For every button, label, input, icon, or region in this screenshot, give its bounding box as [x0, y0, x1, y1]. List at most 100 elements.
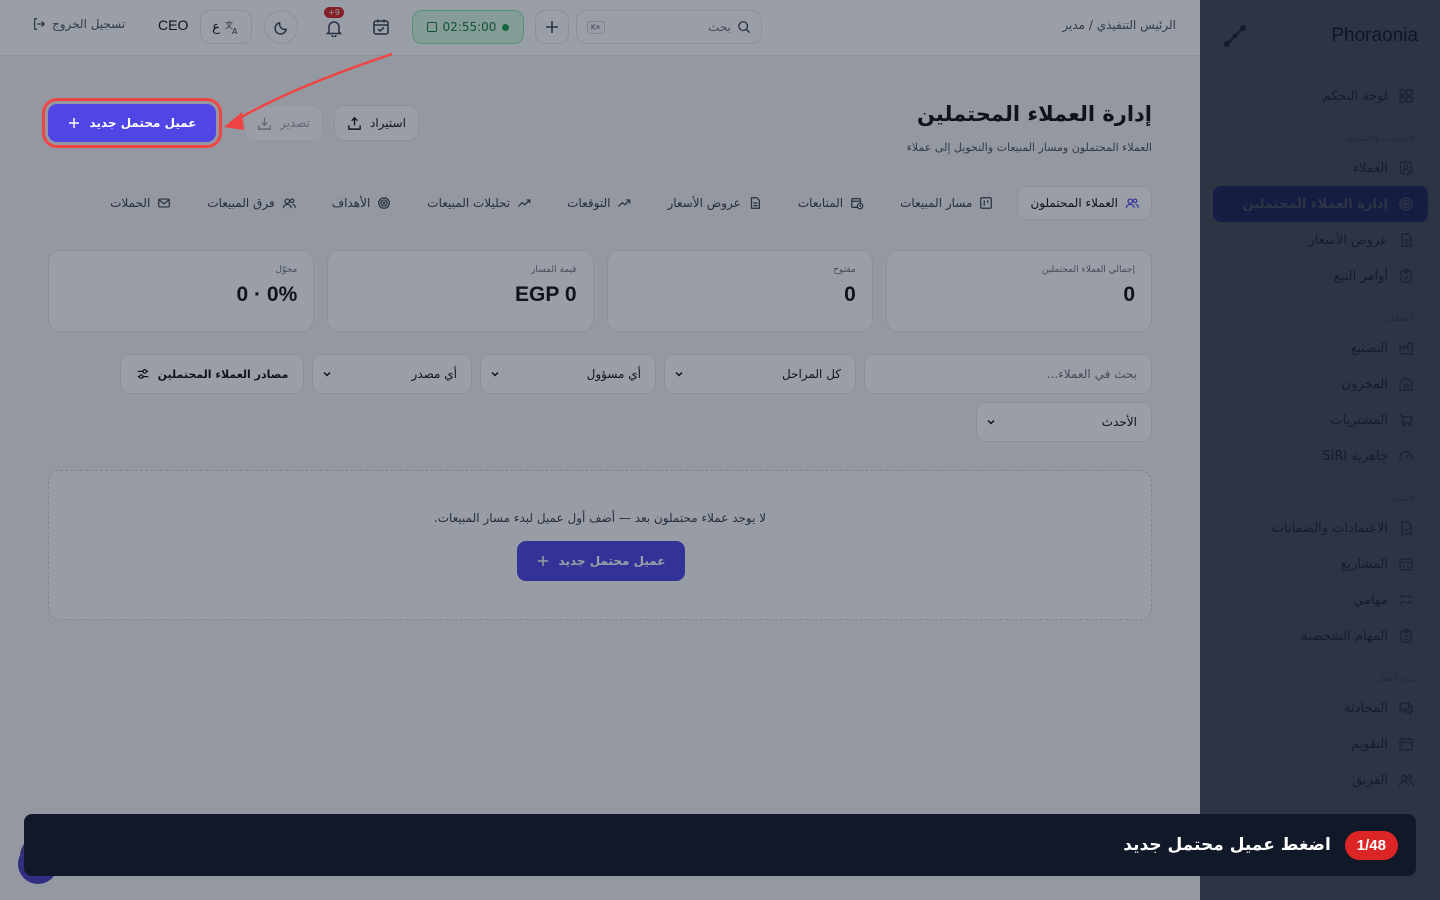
sidebar-item[interactable]: التصنيع — [1213, 330, 1428, 366]
owner-select[interactable]: أي مسؤول — [480, 354, 656, 394]
calendar-button[interactable] — [364, 10, 398, 44]
sidebar-item-label: الاعتمادات والضمانات — [1271, 520, 1388, 536]
stat-value: 0 — [1123, 283, 1135, 306]
grid-icon — [1398, 88, 1414, 104]
sidebar-item[interactable]: عروض الأسعار — [1213, 222, 1428, 258]
global-search[interactable]: بحث ⌘K — [576, 10, 762, 44]
stat-card: إجمالي العملاء المحتملين 0 — [885, 250, 1152, 332]
stat-label: مفتوح — [833, 265, 856, 275]
plus-icon — [546, 21, 558, 33]
tab-label: مسار المبيعات — [900, 196, 973, 210]
chevron-down-icon — [987, 419, 995, 425]
theme-toggle-button[interactable] — [264, 10, 298, 44]
sort-select[interactable]: الأحدث — [976, 402, 1152, 442]
warehouse-icon — [1398, 376, 1414, 392]
sidebar-item[interactable]: التقويم — [1213, 726, 1428, 762]
stage-select[interactable]: كل المراحل — [664, 354, 856, 394]
lead-sources-button[interactable]: مصادر العملاء المحتملين — [120, 354, 304, 394]
tab[interactable]: فرق المبيعات — [195, 186, 307, 220]
tab[interactable]: مسار المبيعات — [888, 186, 1005, 220]
stat-label: قيمة المسار — [531, 265, 577, 275]
language-button[interactable]: ع 文A — [200, 10, 252, 44]
empty-new-lead-button[interactable]: عميل محتمل جديد — [517, 541, 685, 581]
new-lead-button[interactable]: عميل محتمل جديد — [42, 98, 222, 148]
tab[interactable]: الحملات — [98, 186, 183, 220]
main-content: إدارة العملاء المحتملين العملاء المحتملو… — [0, 56, 1200, 900]
stat-value: 0 — [844, 283, 856, 306]
user-role: الرئيس التنفيذي / مدير — [1062, 18, 1176, 32]
leads-search-placeholder: بحث في العملاء... — [1046, 367, 1137, 381]
sidebar-item-label: التقويم — [1350, 736, 1388, 752]
sidebar-item-label: إدارة العملاء المحتملين — [1242, 196, 1388, 212]
tab-label: التوقعات — [567, 196, 611, 210]
upload-icon — [348, 116, 361, 130]
stat-label: محوّل — [275, 265, 298, 275]
user-name[interactable]: CEO — [158, 17, 188, 33]
stat-card: محوّل 0 · 0% — [48, 250, 315, 332]
sidebar-item[interactable]: مهامي — [1213, 582, 1428, 618]
empty-state: لا يوجد عملاء محتملون بعد — أضف أول عميل… — [48, 470, 1152, 620]
sidebar-item[interactable]: لوحة التحكم — [1213, 78, 1428, 114]
sidebar-item[interactable]: جاهزية SIRI — [1213, 438, 1428, 474]
trend-up-icon — [617, 196, 631, 210]
sidebar-item[interactable]: الفريق — [1213, 762, 1428, 798]
search-shortcut: ⌘K — [587, 20, 605, 34]
logout-button[interactable]: تسجيل الخروج — [32, 17, 125, 31]
calendar-icon — [1398, 736, 1414, 752]
stats-row: إجمالي العملاء المحتملين 0 مفتوح 0 قيمة ال… — [48, 250, 1152, 332]
leads-search-input[interactable]: بحث في العملاء... — [864, 354, 1152, 394]
chevron-down-icon — [323, 371, 331, 377]
sidebar-item-label: مهامي — [1353, 592, 1388, 608]
stat-value: EGP 0 — [515, 283, 577, 306]
tab-label: الحملات — [110, 196, 151, 210]
mail-icon — [157, 196, 171, 210]
empty-new-lead-label: عميل محتمل جديد — [558, 554, 666, 568]
tab[interactable]: العملاء المحتملون — [1017, 186, 1152, 220]
gauge-icon — [1398, 448, 1414, 464]
sort-select-value: الأحدث — [1101, 415, 1137, 429]
topbar: الرئيس التنفيذي / مدير بحث ⌘K 02:55:00 +… — [0, 0, 1200, 56]
chevron-down-icon — [675, 371, 683, 377]
tour-instruction: اضغط عميل محتمل جديد — [1123, 835, 1331, 855]
tab[interactable]: الأهداف — [320, 186, 404, 220]
import-button[interactable]: استيراد — [334, 105, 419, 141]
source-select[interactable]: أي مصدر — [312, 354, 472, 394]
sidebar: Phoraonia لوحة التحكم المبيعات والتسويق ال… — [1200, 0, 1440, 900]
sidebar-item[interactable]: العملاء — [1213, 150, 1428, 186]
plus-icon — [68, 118, 79, 128]
tab[interactable]: المتابعات — [786, 186, 876, 220]
document-icon — [748, 196, 762, 210]
target-icon — [377, 196, 391, 210]
sidebar-item[interactable]: الاعتمادات والضمانات — [1213, 510, 1428, 546]
quick-add-button[interactable] — [535, 10, 569, 44]
sidebar-item[interactable]: المهام الشخصية — [1213, 618, 1428, 654]
sidebar-item[interactable]: المخزون — [1213, 366, 1428, 402]
clipboard-icon — [1398, 268, 1414, 284]
brand-name: Phoraonia — [1331, 25, 1418, 46]
notifications-button[interactable]: +9 — [318, 7, 350, 44]
import-label: استيراد — [370, 116, 406, 130]
sidebar-item[interactable]: المحادثة — [1213, 690, 1428, 726]
tab[interactable]: تحليلات المبيعات — [415, 186, 543, 220]
bell-icon — [325, 21, 343, 37]
tab[interactable]: التوقعات — [555, 186, 643, 220]
sidebar-item[interactable]: المشتريات — [1213, 402, 1428, 438]
timer-value: 02:55:00 — [442, 20, 497, 34]
sidebar-section-label: التنفيذ — [1391, 494, 1414, 504]
sidebar-item[interactable]: المشاريع — [1213, 546, 1428, 582]
tab[interactable]: عروض الأسعار — [655, 186, 773, 220]
brand[interactable]: Phoraonia — [1221, 22, 1418, 50]
chart-line-icon — [517, 196, 531, 210]
sidebar-item[interactable]: أوامر البيع — [1213, 258, 1428, 294]
sidebar-item-label: أوامر البيع — [1333, 268, 1388, 284]
search-label: بحث — [708, 20, 731, 34]
tour-guide-bar: 1/48 اضغط عميل محتمل جديد — [24, 814, 1416, 876]
sidebar-item[interactable]: إدارة العملاء المحتملين — [1213, 186, 1428, 222]
sidebar-item-label: المشتريات — [1330, 412, 1388, 428]
factory-icon — [1398, 340, 1414, 356]
work-timer[interactable]: 02:55:00 — [412, 10, 524, 44]
export-button[interactable]: تصدير — [244, 105, 324, 141]
sidebar-item-label: المشاريع — [1340, 556, 1388, 572]
lead-sources-label: مصادر العملاء المحتملين — [157, 367, 289, 381]
sidebar-section-label: العمليات — [1382, 314, 1414, 324]
